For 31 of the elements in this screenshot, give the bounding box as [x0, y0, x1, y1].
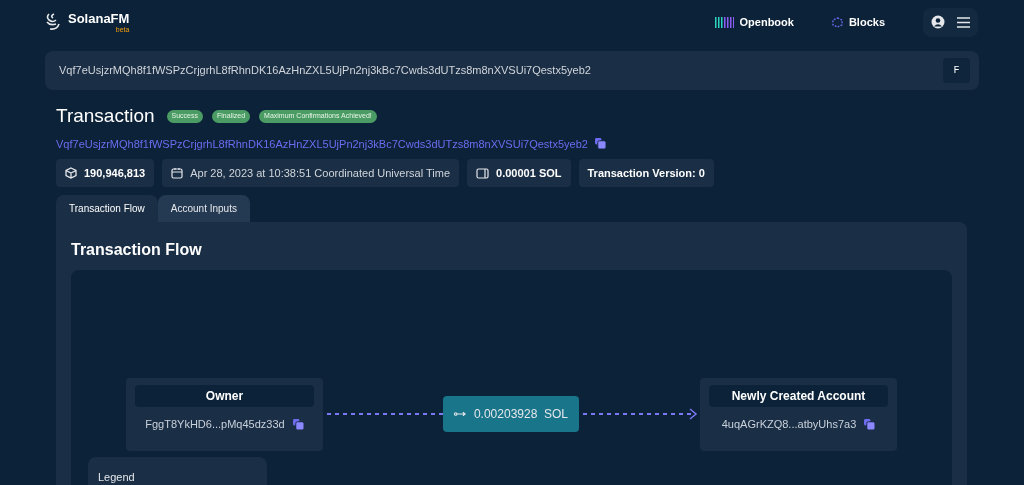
nav-link[interactable]: Blocks: [831, 13, 885, 31]
chip-text: 190,946,813: [84, 165, 146, 181]
calendar-icon: [171, 167, 184, 179]
signature-link[interactable]: Vqf7eUsjzrMQh8f1fWSPzCrjgrhL8fRhnDK16AzHnZXL5UjPn2nj3kBc7Cwds3dUTzs8m8nXVSUi7Qestx5yeb2: [56, 135, 588, 152]
menu-icon[interactable]: [957, 16, 970, 28]
transfer-icon: [454, 411, 466, 417]
page-title: Transaction: [56, 104, 155, 128]
brand-name[interactable]: SolanaFM: [68, 11, 130, 25]
copy-icon[interactable]: [292, 418, 304, 430]
transfer-amount: 0.00203928 SOL: [473, 406, 568, 423]
legend-title: Legend: [98, 471, 135, 483]
nav-link[interactable]: Openbook: [714, 13, 794, 31]
node-label: Owner: [135, 385, 314, 407]
tab[interactable]: Transaction Flow: [56, 195, 158, 222]
user-icon[interactable]: [931, 15, 945, 29]
copy-icon[interactable]: [864, 418, 876, 430]
account-address: FggT8YkHD6...pMq45dz33d: [145, 417, 285, 432]
node-label: Newly Created Account: [709, 385, 888, 407]
cube-icon: [65, 167, 77, 179]
bars-icon: [714, 16, 734, 28]
account-address: 4uqAGrKZQ8...atbyUhs7a3: [721, 417, 857, 432]
chip-text: Apr 28, 2023 at 10:38:51 Coordinated Universal Time: [190, 165, 451, 181]
search-field[interactable]: Vqf7eUsjzrMQh8f1fWSPzCrjgrhL8fRhnDK16AzHnZXL5UjPn2nj3kBc7Cwds3dUTzs8m8nXVSUi7Qestx5yeb2 F: [45, 51, 979, 90]
chip-text: 0.00001 SOL: [496, 165, 562, 181]
chip-text: Transaction Version: 0: [587, 165, 705, 181]
tab[interactable]: Account Inputs: [157, 195, 250, 222]
logo-icon: [45, 12, 61, 32]
hexagon-icon: [831, 16, 843, 28]
shortcut-key: F: [943, 58, 970, 83]
section-title: Transaction Flow: [71, 240, 203, 260]
copy-icon[interactable]: [594, 138, 606, 150]
